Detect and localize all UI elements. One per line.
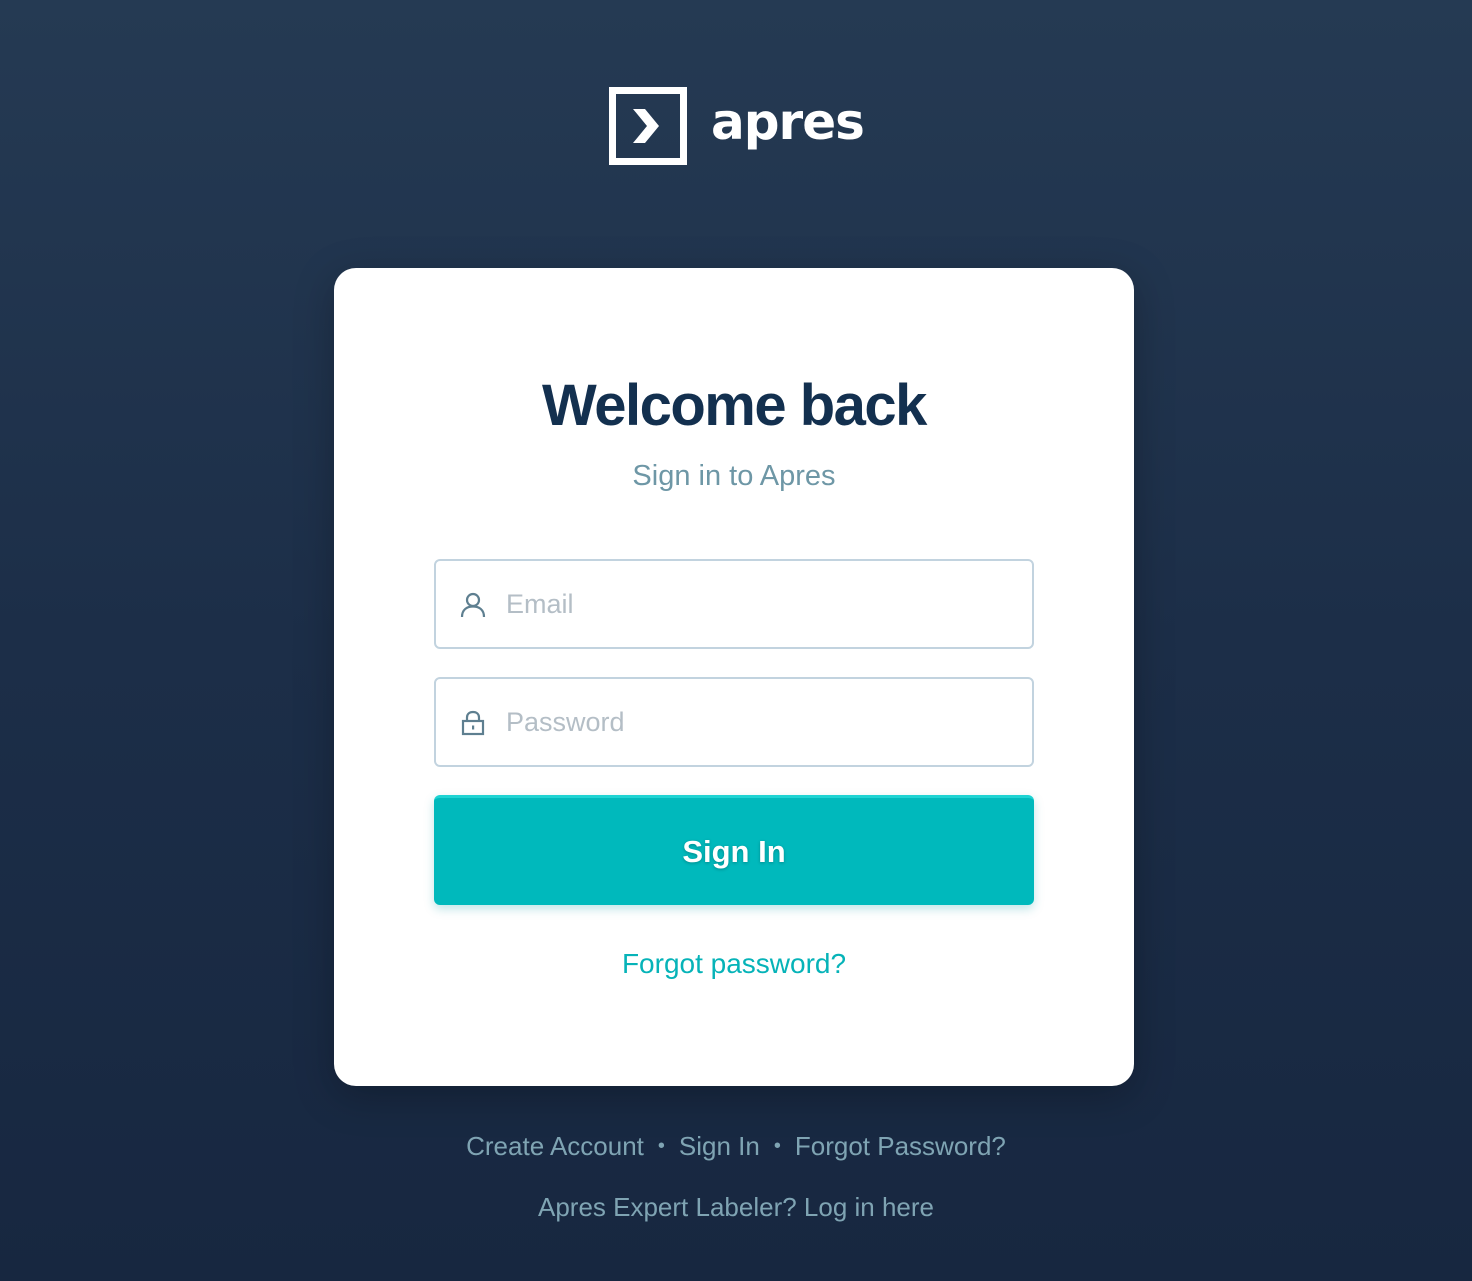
footer-forgot-password-link[interactable]: Forgot Password? bbox=[795, 1131, 1006, 1161]
page-subtitle: Sign in to Apres bbox=[632, 460, 836, 492]
lock-icon bbox=[461, 710, 485, 736]
brand-name: apres bbox=[711, 93, 865, 151]
footer-separator: • bbox=[657, 1135, 665, 1157]
page-title: Welcome back bbox=[542, 373, 927, 438]
footer-sign-in-link[interactable]: Sign In bbox=[679, 1131, 760, 1161]
user-icon bbox=[460, 592, 486, 618]
sign-in-button[interactable]: Sign In bbox=[434, 795, 1034, 905]
forgot-password-link[interactable]: Forgot password? bbox=[334, 946, 1134, 982]
expert-labeler-link[interactable]: Apres Expert Labeler? Log in here bbox=[0, 1189, 1472, 1225]
email-input[interactable] bbox=[506, 561, 1016, 647]
footer-nav: Create Account • Sign In • Forgot Password? bbox=[0, 1128, 1472, 1167]
brand-logo: apres bbox=[609, 87, 865, 165]
password-input[interactable] bbox=[506, 679, 1016, 765]
chevron-right-square-icon bbox=[609, 87, 687, 165]
login-card: Welcome back Sign in to Apres Sign In Fo… bbox=[334, 268, 1134, 1086]
password-field[interactable] bbox=[434, 677, 1034, 767]
email-field[interactable] bbox=[434, 559, 1034, 649]
footer-separator: • bbox=[773, 1135, 781, 1157]
create-account-link[interactable]: Create Account bbox=[466, 1131, 644, 1161]
